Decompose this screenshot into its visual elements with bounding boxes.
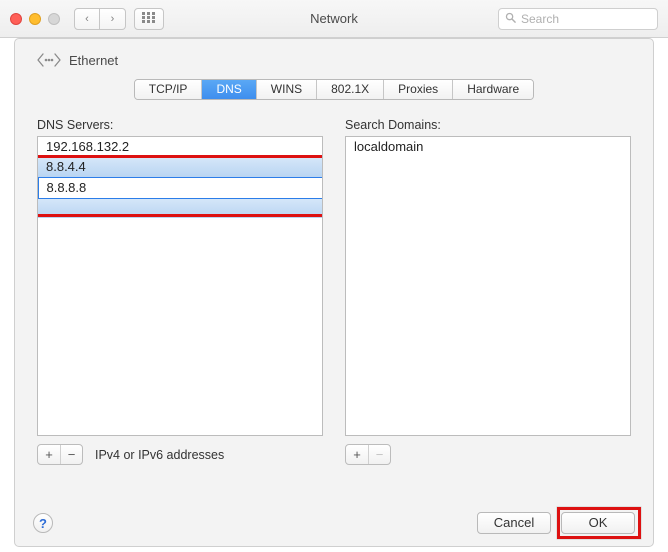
remove-dns-server-button[interactable]: − xyxy=(60,445,82,464)
interface-name: Ethernet xyxy=(69,53,118,68)
search-domains-label: Search Domains: xyxy=(345,118,631,132)
dns-servers-hint: IPv4 or IPv6 addresses xyxy=(95,448,224,462)
search-domains-list[interactable]: localdomain xyxy=(345,136,631,436)
add-dns-server-button[interactable]: + xyxy=(38,445,60,464)
dns-server-row-editing[interactable]: 8.8.8.8 xyxy=(38,177,323,199)
tab-8021x[interactable]: 802.1X xyxy=(317,80,384,99)
remove-search-domain-button[interactable]: − xyxy=(368,445,390,464)
search-domains-column: Search Domains: localdomain + − xyxy=(345,114,631,465)
ok-button[interactable]: OK xyxy=(561,512,635,534)
tab-wins[interactable]: WINS xyxy=(257,80,317,99)
grid-icon xyxy=(142,12,156,26)
dns-columns: DNS Servers: 192.168.132.2 8.8.4.4 8.8.8… xyxy=(33,110,635,465)
dns-servers-list[interactable]: 192.168.132.2 8.8.4.4 8.8.8.8 xyxy=(37,136,323,436)
sheet-footer: ? Cancel OK xyxy=(33,512,635,534)
close-window-button[interactable] xyxy=(10,13,22,25)
dns-server-row[interactable]: 192.168.132.2 xyxy=(38,137,322,157)
dns-server-row-empty[interactable] xyxy=(38,198,322,218)
dns-server-row[interactable]: 8.8.4.4 xyxy=(38,157,322,177)
chevron-left-icon: ‹ xyxy=(85,13,89,25)
settings-sheet: Ethernet TCP/IP DNS WINS 802.1X Proxies … xyxy=(14,38,654,547)
tab-tcpip[interactable]: TCP/IP xyxy=(135,80,203,99)
titlebar: ‹ › Network Search xyxy=(0,0,668,38)
ethernet-icon xyxy=(37,51,61,69)
dns-servers-label: DNS Servers: xyxy=(37,118,323,132)
help-button[interactable]: ? xyxy=(33,513,53,533)
back-button[interactable]: ‹ xyxy=(74,8,100,30)
network-preferences-window: ‹ › Network Search xyxy=(0,0,668,552)
action-buttons: Cancel OK xyxy=(477,512,635,534)
tab-dns[interactable]: DNS xyxy=(202,80,256,99)
nav-back-forward: ‹ › xyxy=(74,8,126,30)
search-domain-row[interactable]: localdomain xyxy=(346,137,630,157)
tab-bar: TCP/IP DNS WINS 802.1X Proxies Hardware xyxy=(33,79,635,100)
add-search-domain-button[interactable]: + xyxy=(346,445,368,464)
tab-proxies[interactable]: Proxies xyxy=(384,80,453,99)
search-field[interactable]: Search xyxy=(498,8,658,30)
search-placeholder: Search xyxy=(521,12,559,26)
dns-servers-column: DNS Servers: 192.168.132.2 8.8.4.4 8.8.8… xyxy=(37,114,323,465)
tab-hardware[interactable]: Hardware xyxy=(453,80,533,99)
cancel-button[interactable]: Cancel xyxy=(477,512,551,534)
show-all-button[interactable] xyxy=(134,8,164,30)
search-icon xyxy=(505,12,516,26)
dns-servers-add-remove: + − xyxy=(37,444,83,465)
minimize-window-button[interactable] xyxy=(29,13,41,25)
forward-button[interactable]: › xyxy=(100,8,126,30)
window-controls xyxy=(10,13,60,25)
chevron-right-icon: › xyxy=(111,13,115,25)
interface-header: Ethernet xyxy=(37,51,635,69)
zoom-window-button[interactable] xyxy=(48,13,60,25)
search-domains-add-remove: + − xyxy=(345,444,391,465)
